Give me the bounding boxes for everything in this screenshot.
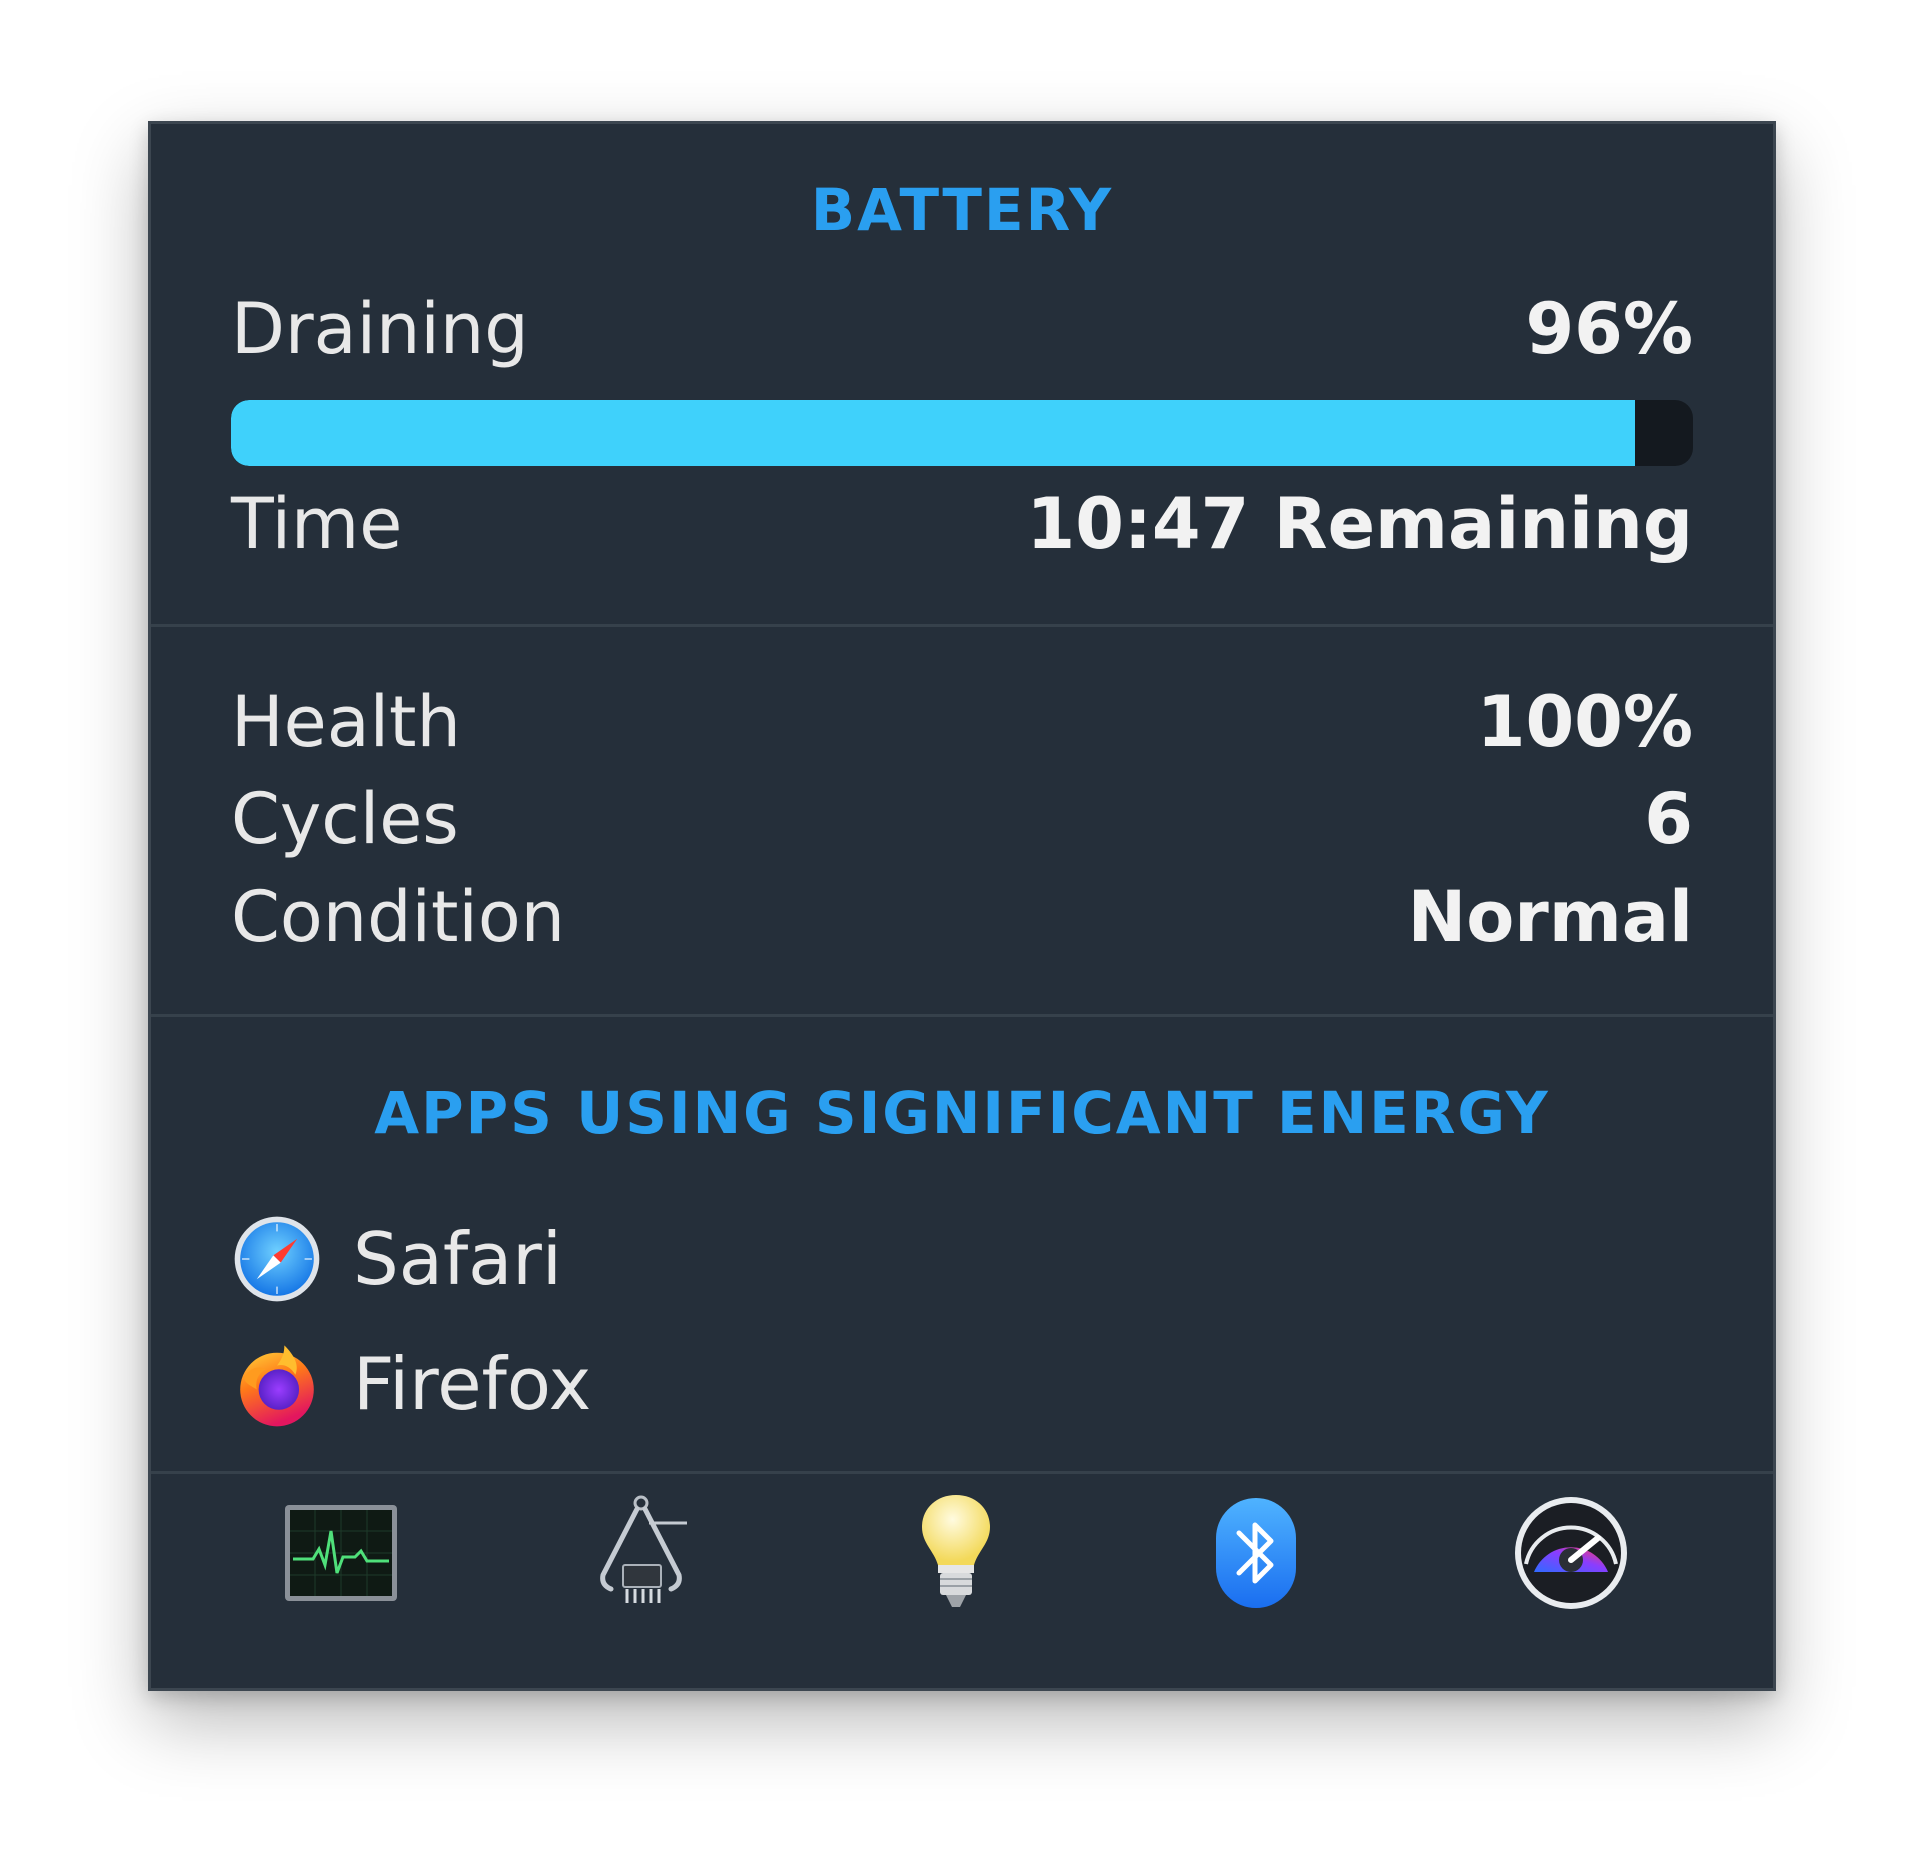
firefox-icon: [240, 1345, 314, 1427]
condition-label: Condition: [231, 876, 566, 958]
activity-monitor-icon: [285, 1505, 397, 1601]
bluetooth-button[interactable]: [1191, 1488, 1321, 1618]
light-bulb-icon: [922, 1495, 990, 1607]
battery-state-label: Draining: [231, 288, 529, 370]
app-launch-toolbar: [151, 1458, 1773, 1688]
light-bulb-button[interactable]: [891, 1488, 1021, 1618]
battery-time-row: Time 10:47 Remaining: [231, 479, 1693, 569]
battery-charge-bar-fill: [231, 400, 1635, 466]
battery-time-value: 10:47 Remaining: [1026, 483, 1693, 565]
app-name: Safari: [353, 1217, 562, 1301]
cycles-row: Cycles 6: [231, 774, 1693, 864]
app-item-safari[interactable]: Safari: [231, 1204, 562, 1314]
safari-icon: [234, 1216, 320, 1302]
section-divider: [151, 1014, 1773, 1017]
apps-heading: APPS USING SIGNIFICANT ENERGY: [374, 1079, 1550, 1147]
health-row: Health 100%: [231, 677, 1693, 767]
istat-gauge-icon: [1515, 1497, 1627, 1609]
system-information-icon: [600, 1495, 687, 1603]
battery-heading: BATTERY: [810, 176, 1114, 244]
condition-value: Normal: [1407, 876, 1693, 958]
system-information-button[interactable]: [579, 1488, 709, 1618]
health-label: Health: [231, 681, 461, 763]
battery-charge-bar: [231, 400, 1693, 466]
cycles-label: Cycles: [231, 778, 459, 860]
activity-monitor-button[interactable]: [276, 1488, 406, 1618]
section-divider: [151, 624, 1773, 627]
cycles-value: 6: [1644, 778, 1693, 860]
app-name: Firefox: [353, 1342, 592, 1426]
health-value: 100%: [1476, 681, 1693, 763]
battery-percent-value: 96%: [1525, 288, 1693, 370]
battery-state-row: Draining 96%: [231, 284, 1693, 374]
bluetooth-icon: [1216, 1498, 1296, 1608]
istat-gauge-button[interactable]: [1506, 1488, 1636, 1618]
condition-row: Condition Normal: [231, 872, 1693, 962]
battery-time-label: Time: [231, 483, 403, 565]
battery-menu-panel: BATTERY Draining 96% Time 10:47 Remainin…: [148, 121, 1776, 1691]
app-item-firefox[interactable]: Firefox: [231, 1329, 591, 1439]
